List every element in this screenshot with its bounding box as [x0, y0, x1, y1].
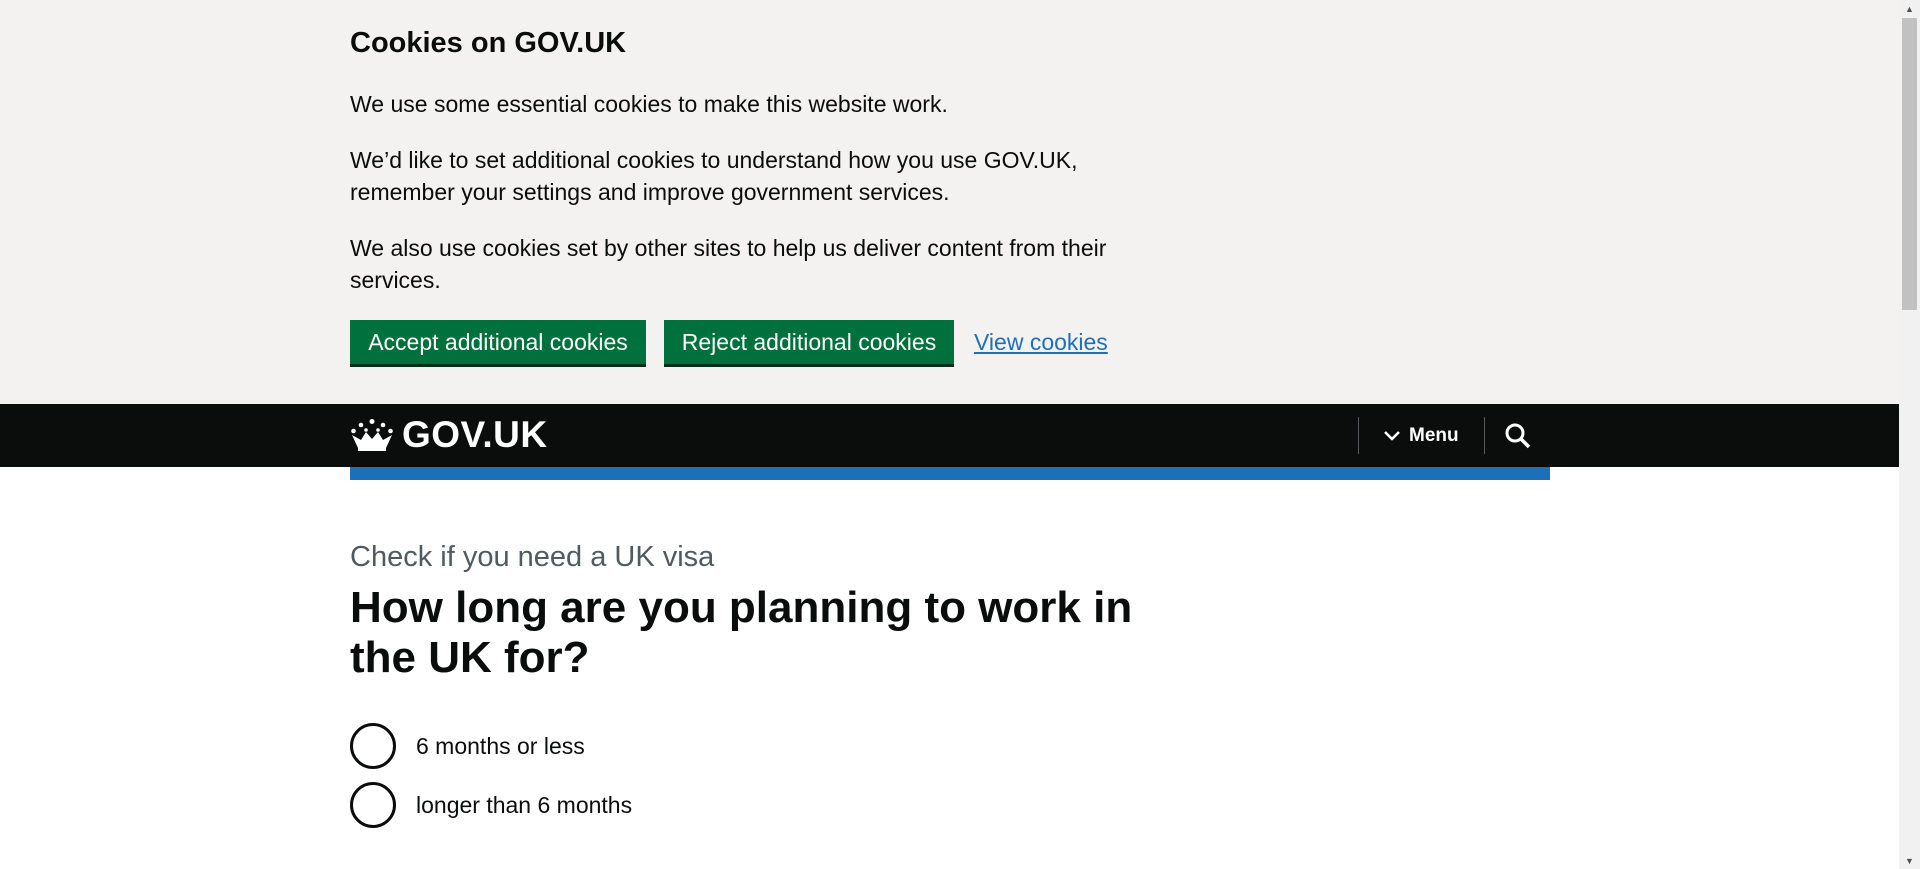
crown-icon: [351, 419, 393, 451]
govuk-logo-link[interactable]: GOV.UK: [350, 414, 548, 456]
radio-label: longer than 6 months: [416, 791, 633, 818]
cookie-paragraph-additional: We’d like to set additional cookies to u…: [350, 147, 1078, 205]
accept-cookies-button[interactable]: Accept additional cookies: [350, 320, 646, 364]
govuk-logo-text: GOV.UK: [402, 414, 548, 455]
cookie-paragraph-essential: We use some essential cookies to make th…: [350, 91, 948, 117]
radio-option-6-months-or-less[interactable]: 6 months or less: [350, 723, 1550, 769]
menu-button[interactable]: Menu: [1359, 417, 1484, 454]
cookie-paragraph-third-party: We also use cookies set by other sites t…: [350, 235, 1107, 293]
main-content: Check if you need a UK visa How long are…: [0, 467, 1899, 828]
radio-option-longer-than-6-months[interactable]: longer than 6 months: [350, 782, 1550, 828]
scroll-down-arrow-icon[interactable]: ▼: [1899, 852, 1920, 869]
scrollbar-thumb[interactable]: [1902, 18, 1917, 310]
radio-label: 6 months or less: [416, 732, 585, 759]
page-viewport: Cookies on GOV.UK We use some essential …: [0, 0, 1899, 869]
view-cookies-link[interactable]: View cookies: [974, 329, 1108, 356]
search-button[interactable]: [1485, 417, 1550, 454]
radio-button[interactable]: [350, 723, 396, 769]
header-blue-bar: [350, 467, 1550, 480]
chevron-down-icon: [1384, 430, 1400, 441]
vertical-scrollbar[interactable]: ▲ ▼: [1899, 0, 1920, 869]
radio-group: 6 months or less longer than 6 months: [350, 723, 1550, 828]
page-caption: Check if you need a UK visa: [350, 541, 715, 573]
cookie-banner-heading: Cookies on GOV.UK: [350, 27, 627, 59]
reject-cookies-button[interactable]: Reject additional cookies: [664, 320, 954, 364]
menu-button-label: Menu: [1409, 424, 1459, 446]
header-actions: Menu: [1358, 417, 1550, 454]
page-title: How long are you planning to work in the…: [350, 583, 1133, 682]
cookie-button-group: Accept additional cookies Reject additio…: [350, 320, 1550, 364]
site-header: GOV.UK Menu: [0, 404, 1899, 467]
search-icon: [1505, 423, 1530, 448]
cookie-banner: Cookies on GOV.UK We use some essential …: [0, 0, 1899, 404]
scroll-up-arrow-icon[interactable]: ▲: [1899, 0, 1920, 17]
radio-button[interactable]: [350, 782, 396, 828]
